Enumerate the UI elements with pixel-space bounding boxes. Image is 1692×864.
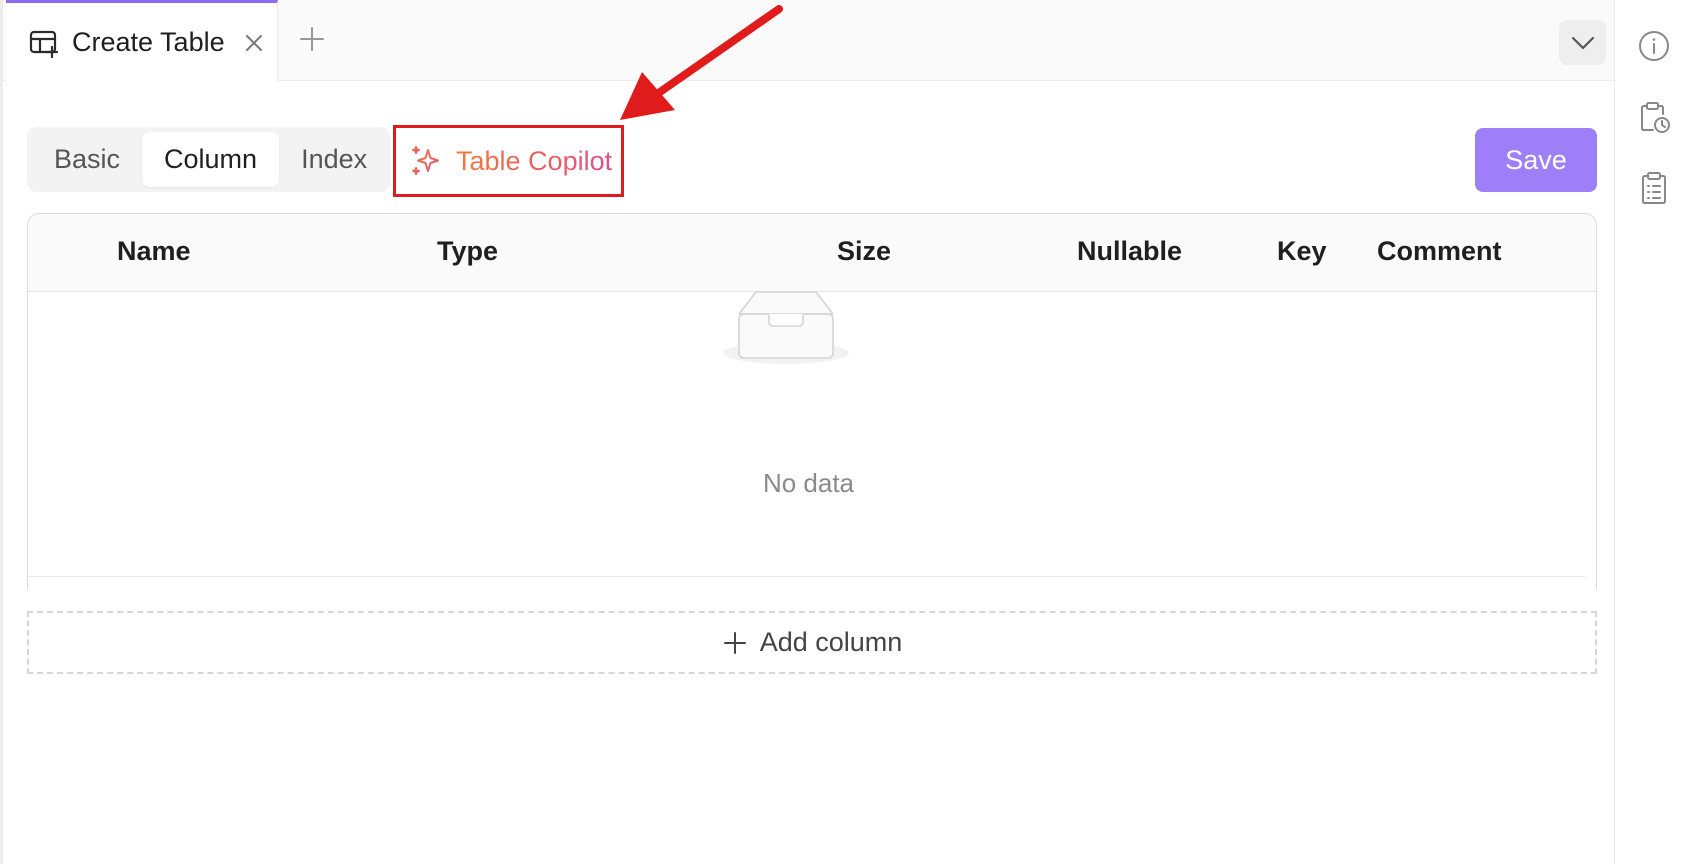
clipboard-list-icon[interactable] — [1635, 169, 1673, 207]
divider — [27, 576, 1585, 577]
tab-bar: Create Table — [3, 0, 1614, 82]
plus-icon[interactable] — [296, 23, 328, 55]
add-column-label: Add column — [759, 627, 903, 657]
column-header-key: Key — [1277, 236, 1327, 266]
sparkle-icon — [410, 144, 444, 178]
table-header: Name Type Size Nullable Key Comment — [28, 214, 1596, 292]
segment-basic[interactable]: Basic — [32, 132, 142, 187]
table-add-icon — [28, 27, 60, 59]
view-segmented-control: Basic Column Index — [27, 127, 390, 192]
columns-table: Name Type Size Nullable Key Comment — [27, 213, 1597, 589]
chevron-down-icon[interactable] — [1559, 20, 1606, 65]
right-sidebar — [1614, 0, 1692, 864]
close-icon[interactable] — [243, 32, 265, 54]
save-button[interactable]: Save — [1475, 128, 1597, 192]
tab-label: Create Table — [72, 27, 225, 57]
clipboard-clock-icon[interactable] — [1635, 98, 1673, 136]
plus-icon — [722, 630, 748, 656]
table-copilot-button[interactable]: Table Copilot — [393, 125, 624, 197]
column-header-size: Size — [837, 236, 892, 266]
empty-inbox-icon — [721, 284, 851, 371]
column-header-nullable: Nullable — [1077, 236, 1183, 266]
column-header-comment: Comment — [1377, 236, 1502, 266]
editor-panel: Create Table Basic Column Index Table Co… — [0, 0, 1614, 864]
column-header-name: Name — [117, 236, 191, 266]
add-column-button[interactable]: Add column — [27, 611, 1597, 674]
column-header-type: Type — [437, 236, 499, 266]
tab-create-table[interactable]: Create Table — [6, 0, 278, 82]
empty-text: No data — [762, 468, 855, 498]
segment-column[interactable]: Column — [142, 132, 280, 187]
info-icon[interactable] — [1635, 27, 1673, 65]
copilot-label: Table Copilot — [456, 145, 613, 176]
segment-index[interactable]: Index — [279, 132, 389, 187]
